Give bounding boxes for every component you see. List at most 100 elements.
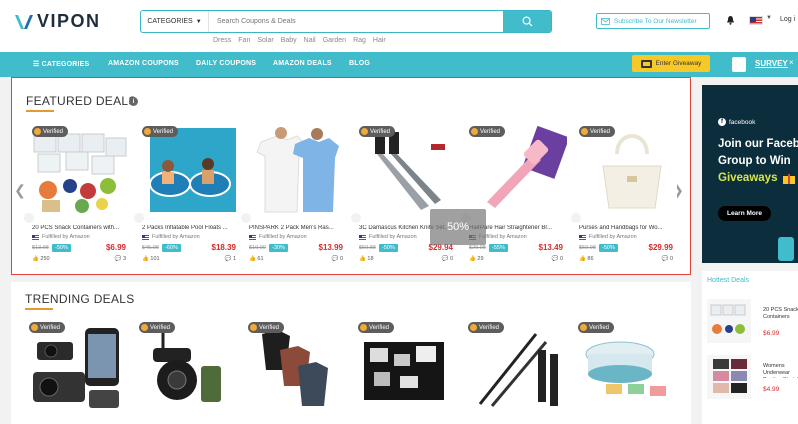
product-image[interactable]: Verified: [27, 320, 127, 412]
product-image[interactable]: Verified: [137, 320, 237, 412]
deal-price: $6.99: [105, 243, 126, 252]
likes-value: 250: [40, 256, 50, 262]
search-tag[interactable]: Dress: [213, 37, 231, 44]
verified-icon: [34, 128, 41, 135]
info-icon[interactable]: i: [129, 97, 138, 106]
product-image[interactable]: [247, 124, 347, 216]
fulfilled-label: Fulfilled by Amazon: [369, 234, 417, 240]
product-image[interactable]: Verified: [357, 124, 457, 216]
deal-card[interactable]: Verified: [27, 320, 127, 424]
deal-card[interactable]: Verified: [246, 320, 346, 424]
comments-value: 0: [449, 256, 453, 262]
likes-count[interactable]: 👍 29: [469, 256, 484, 262]
product-image[interactable]: Verified: [576, 320, 676, 412]
us-flag-icon: [32, 234, 39, 240]
enter-giveaway-button[interactable]: Enter Giveaway: [632, 55, 710, 72]
product-image[interactable]: Verified: [577, 124, 677, 216]
learn-more-button[interactable]: Learn More: [718, 206, 771, 221]
verified-label: Verified: [43, 128, 64, 135]
product-image[interactable]: Verified: [140, 124, 240, 216]
hottest-deal-item[interactable]: Womens Underwear Panties Stretch $4.99: [707, 355, 798, 399]
original-price: $19.99: [249, 245, 266, 251]
verified-icon: [31, 324, 38, 331]
card-notch: [351, 213, 361, 223]
verified-icon: [250, 324, 257, 331]
comments-count[interactable]: 💬 0: [552, 256, 563, 262]
site-logo[interactable]: VIPON: [14, 11, 101, 32]
search-input[interactable]: [209, 11, 503, 32]
hottest-deal-item[interactable]: 20 PCS Snack Containers $6.99: [707, 299, 798, 343]
product-image[interactable]: Verified: [30, 124, 130, 216]
survey-icon[interactable]: [732, 57, 746, 72]
nav-categories[interactable]: ☰ CATEGORIES: [33, 60, 89, 68]
category-select[interactable]: CATEGORIES ▼: [141, 11, 209, 32]
us-flag-icon[interactable]: [749, 16, 763, 25]
product-image[interactable]: [707, 355, 751, 399]
deal-card[interactable]: Verified: [576, 320, 676, 424]
search-tag[interactable]: Fan: [238, 37, 250, 44]
fulfilled-label: Fulfilled by Amazon: [42, 234, 90, 240]
verified-icon: [360, 324, 367, 331]
comments-count[interactable]: 💬 0: [662, 256, 673, 262]
pool-floats-image: [149, 128, 236, 212]
snack-containers-thumb: [710, 304, 746, 334]
hair-straightener-image: [487, 125, 567, 208]
likes-count[interactable]: 👍 18: [359, 256, 374, 262]
caret-down-icon[interactable]: ▼: [766, 15, 772, 21]
nav-blog[interactable]: BLOG: [349, 60, 370, 67]
facebook-icon: f: [718, 118, 726, 126]
card-title[interactable]: Purses and Handbags for Wo...: [579, 225, 675, 231]
search-tag[interactable]: Baby: [281, 37, 297, 44]
search-tag[interactable]: Garden: [323, 37, 346, 44]
likes-count[interactable]: 👍 250: [32, 256, 50, 262]
comments-count[interactable]: 💬 3: [115, 256, 126, 262]
deal-card[interactable]: Verified Purses and Handbags for Wo... F…: [571, 124, 677, 266]
search-tag[interactable]: Hair: [373, 37, 386, 44]
comments-count[interactable]: 💬 0: [332, 256, 343, 262]
deal-card[interactable]: Verified: [137, 320, 237, 424]
login-link[interactable]: Log i: [780, 16, 795, 23]
card-title[interactable]: 2 Packs Inflatable Pool Floats ...: [142, 225, 238, 231]
card-title[interactable]: 20 PCS Snack Containers with...: [32, 225, 128, 231]
search-button[interactable]: [503, 11, 551, 32]
product-image[interactable]: Verified: [467, 124, 567, 216]
carousel-prev-arrow[interactable]: ❮: [14, 180, 26, 200]
facebook-promo-banner[interactable]: f facebook Join our Faceb Group to Win G…: [702, 85, 798, 263]
product-image[interactable]: Verified: [246, 320, 346, 412]
likes-count[interactable]: 👍 86: [579, 256, 594, 262]
product-image[interactable]: Verified: [466, 320, 566, 412]
close-icon[interactable]: ×: [789, 58, 794, 67]
verified-label: Verified: [150, 324, 171, 331]
deal-card[interactable]: Verified: [466, 320, 566, 424]
card-title[interactable]: PINSPARK 2 Pack Men's Ras...: [249, 225, 345, 231]
comments-count[interactable]: 💬 0: [442, 256, 453, 262]
bell-icon[interactable]: [726, 15, 735, 25]
verified-icon: [144, 128, 151, 135]
caret-down-icon: ▼: [195, 18, 202, 25]
card-notch: [241, 213, 251, 223]
verified-badge: Verified: [468, 322, 505, 333]
nav-daily-coupons[interactable]: DAILY COUPONS: [196, 60, 256, 67]
nav-amazon-deals[interactable]: AMAZON DEALS: [273, 60, 332, 67]
original-price: $45.98: [142, 245, 159, 251]
deal-card[interactable]: Verified 2 Packs Inflatable Pool Floats …: [134, 124, 240, 266]
newsletter-button[interactable]: Subscribe To Our Newsletter: [596, 13, 710, 29]
likes-count[interactable]: 👍 101: [142, 256, 160, 262]
fulfilled-by-amazon: Fulfilled by Amazon: [579, 234, 637, 240]
product-image[interactable]: [707, 299, 751, 343]
fulfilled-label: Fulfilled by Amazon: [479, 234, 527, 240]
search-tag[interactable]: Solar: [257, 37, 273, 44]
deal-card[interactable]: PINSPARK 2 Pack Men's Ras... Fulfilled b…: [241, 124, 347, 266]
search-tag[interactable]: Rag: [353, 37, 366, 44]
us-flag-icon: [579, 234, 586, 240]
deal-card[interactable]: Verified 20 PCS Snack Containers with...…: [24, 124, 130, 266]
likes-count[interactable]: 👍 61: [249, 256, 264, 262]
comments-count[interactable]: 💬 1: [225, 256, 236, 262]
magnetic-board-image: [364, 342, 444, 400]
product-image[interactable]: Verified: [356, 320, 456, 412]
survey-link[interactable]: SURVEY: [755, 59, 788, 68]
nav-amazon-coupons[interactable]: AMAZON COUPONS: [108, 60, 179, 67]
verified-badge: Verified: [29, 322, 66, 333]
deal-card[interactable]: Verified: [356, 320, 456, 424]
search-tag[interactable]: Nail: [304, 37, 316, 44]
